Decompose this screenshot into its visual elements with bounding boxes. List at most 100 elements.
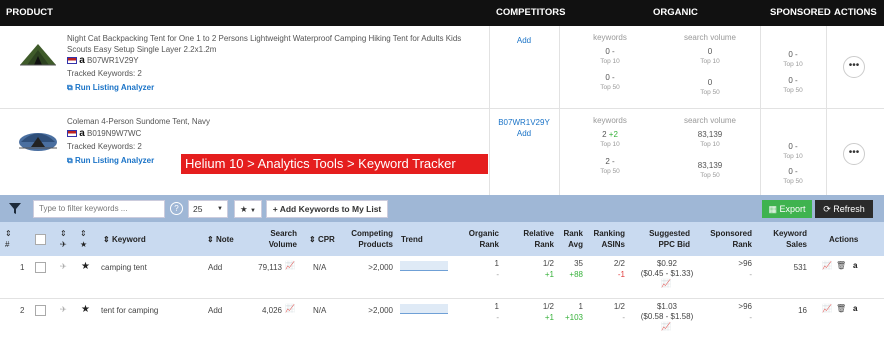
asin-line-2: a B019N9W7WC (67, 128, 141, 139)
sp-top50-label-2: Top 50 (783, 178, 803, 185)
run-listing-analyzer-1[interactable]: ⧉ Run Listing Analyzer (67, 83, 154, 93)
external-link-icon: ⧉ (67, 156, 73, 165)
table-row: 1 ✈ ★ camping tent Add 79,113 📈 N/A >2,0… (0, 256, 884, 298)
col-ppc[interactable]: Suggested PPC Bid (638, 228, 690, 250)
search-volume: 4,026 (261, 306, 282, 315)
col-sort-a[interactable]: ⇕ ✈ (60, 228, 67, 250)
more-actions-button-1[interactable]: ••• (843, 56, 865, 78)
ranking-asins: 2/2 (613, 259, 625, 268)
paper-plane-icon[interactable]: ✈ (60, 262, 67, 271)
filter-icon[interactable] (8, 201, 22, 215)
col-sponsored-rank[interactable]: Sponsored Rank (710, 228, 752, 250)
keyword-text: tent for camping (101, 306, 159, 315)
chart-icon[interactable]: 📈 (285, 261, 295, 270)
col-organic-rank[interactable]: Organic Rank (465, 228, 499, 250)
sponsored-rank: >96 (738, 302, 752, 311)
header-product: PRODUCT (6, 7, 53, 18)
ppc-range: ($0.58 - $1.58) (640, 312, 694, 321)
row-number: 1 (20, 263, 25, 272)
top10-label-1a: Top 10 (600, 58, 620, 65)
col-cpr[interactable]: ⇕ CPR (309, 234, 335, 245)
refresh-button[interactable]: ⟳ Refresh (815, 200, 873, 218)
chart-icon[interactable]: 📈 (661, 279, 671, 288)
competitor-asin-2[interactable]: B07WR1V29Y (490, 118, 558, 127)
row-number: 2 (20, 306, 25, 315)
sp-top10-1: 0 - (788, 50, 798, 59)
amazon-icon: a (79, 128, 85, 139)
chart-icon[interactable]: 📈 (285, 304, 295, 313)
col-trend: Trend (401, 235, 423, 244)
trash-icon[interactable]: 🗑 (836, 261, 846, 270)
more-actions-button-2[interactable]: ••• (843, 143, 865, 165)
search-volume-label-2: search volume (683, 116, 737, 125)
keywords-label-1: keywords (593, 33, 627, 42)
rank-avg-change: +88 (569, 270, 583, 279)
col-ranking-asins[interactable]: Ranking ASINs (587, 228, 625, 250)
keyword-table-header: ⇕ # ⇕ ✈ ⇕ ★ ⇕ Keyword ⇕ Note Search Volume … (0, 222, 884, 256)
star-filter-button[interactable]: ★ ▼ (234, 200, 262, 218)
select-all-checkbox[interactable] (35, 234, 46, 245)
sp-top10-label-1: Top 10 (783, 61, 803, 68)
line-chart-icon[interactable]: 📈 (822, 304, 832, 313)
col-num[interactable]: ⇕ # (5, 228, 12, 250)
header-competitors: COMPETITORS (496, 7, 566, 18)
run-listing-analyzer-2[interactable]: ⧉ Run Listing Analyzer (67, 156, 154, 166)
star-icon[interactable]: ★ (81, 304, 90, 315)
add-keywords-button[interactable]: + Add Keywords to My List (266, 200, 388, 218)
col-relative-rank[interactable]: Relative Rank (518, 228, 554, 250)
trash-icon[interactable]: 🗑 (836, 304, 846, 313)
col-rank-avg[interactable]: Rank Avg (561, 228, 583, 250)
organic-rank-change: - (496, 313, 499, 322)
note-add[interactable]: Add (208, 263, 222, 272)
chevron-down-icon: ▼ (217, 206, 223, 212)
col-competing[interactable]: Competing Products (343, 228, 393, 250)
sv-top50-1: 0 (707, 78, 713, 87)
keyword-text: camping tent (101, 263, 147, 272)
cpr-value: N/A (313, 263, 327, 272)
competitor-add-1[interactable]: Add (490, 36, 558, 45)
kw-top50-2: 2 - (605, 157, 615, 166)
page-size-select[interactable]: 25 ▼ (188, 200, 228, 218)
help-icon[interactable]: ? (170, 202, 183, 215)
asin-2: B019N9W7WC (87, 129, 142, 138)
ppc-range: ($0.45 - $1.33) (640, 269, 694, 278)
asin-line-1: a B07WR1V29Y (67, 55, 139, 66)
row-checkbox[interactable] (35, 262, 46, 273)
sp-top50-label-1: Top 50 (783, 87, 803, 94)
relative-rank: 1/2 (542, 259, 554, 268)
line-chart-icon[interactable]: 📈 (822, 261, 832, 270)
kw-top10-1: 0 - (605, 47, 615, 56)
paper-plane-icon[interactable]: ✈ (60, 305, 67, 314)
col-search-volume[interactable]: Search Volume (253, 228, 297, 250)
organic-rank-change: - (496, 270, 499, 279)
col-note[interactable]: ⇕ Note (207, 234, 234, 245)
external-link-icon: ⧉ (67, 83, 73, 92)
relative-rank: 1/2 (542, 302, 554, 311)
top50-label-2b: Top 50 (700, 172, 720, 179)
col-keyword-sales[interactable]: Keyword Sales (765, 228, 807, 250)
keyword-tracker-page: PRODUCT COMPETITORS ORGANIC SPONSORED AC… (0, 0, 884, 343)
amazon-icon: a (79, 55, 85, 66)
breadcrumb-callout: Helium 10 > Analytics Tools > Keyword Tr… (181, 154, 488, 174)
search-volume-label-1: search volume (683, 33, 737, 42)
header-actions: ACTIONS (834, 7, 877, 18)
filter-keywords-input[interactable]: Type to filter keywords ... (33, 200, 165, 218)
organic-rank: 1 (494, 259, 499, 268)
row-checkbox[interactable] (35, 305, 46, 316)
star-icon[interactable]: ★ (81, 261, 90, 272)
export-button[interactable]: ▦ Export (762, 200, 812, 218)
col-keyword[interactable]: ⇕ Keyword (103, 234, 146, 245)
note-add[interactable]: Add (208, 306, 222, 315)
chart-icon[interactable]: 📈 (661, 322, 671, 331)
top50-label-1b: Top 50 (700, 89, 720, 96)
amazon-icon[interactable]: a (853, 261, 857, 270)
amazon-icon[interactable]: a (853, 304, 857, 313)
search-volume: 79,113 (258, 263, 282, 272)
refresh-icon: ⟳ (823, 204, 831, 214)
asin-1: B07WR1V29Y (87, 56, 139, 65)
competitor-add-2[interactable]: Add (490, 129, 558, 138)
trend-sparkline (400, 261, 448, 271)
col-sort-star[interactable]: ⇕ ★ (80, 228, 87, 250)
rank-avg-change: +103 (564, 313, 583, 322)
top10-label-1b: Top 10 (700, 58, 720, 65)
